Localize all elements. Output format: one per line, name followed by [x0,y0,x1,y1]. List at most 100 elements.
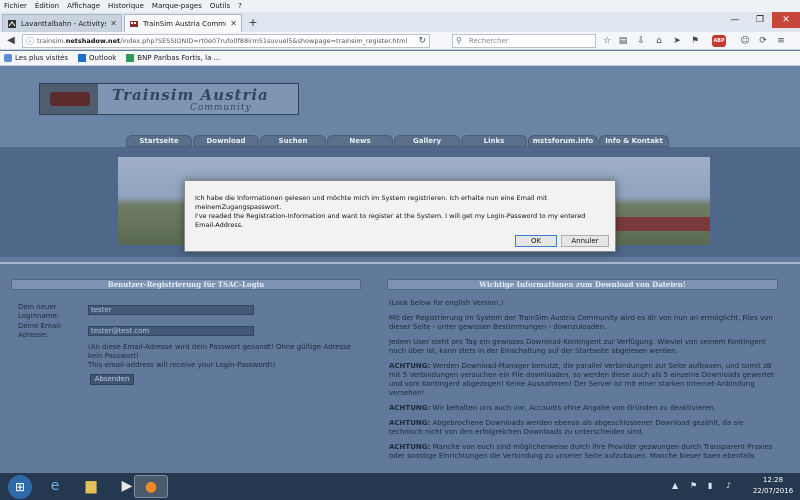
home-icon[interactable]: ⌂ [652,35,666,47]
close-tab-icon[interactable]: ✕ [110,19,117,28]
tray-arrow-icon[interactable]: ▲ [672,481,678,490]
train-favicon-icon [130,20,138,27]
chat-icon[interactable]: ☺ [738,35,752,47]
nav-download[interactable]: Download [193,135,259,147]
search-placeholder: Rechercher [469,37,509,45]
train-image [40,84,98,114]
nav-mstsforum[interactable]: mstsforum.info [528,135,598,147]
sync-icon[interactable]: ⟳ [756,35,770,47]
info-icon[interactable]: ⓘ [26,36,34,47]
menu-fichier[interactable]: Fichier [4,2,27,10]
clock[interactable]: 12:28 22/07/2016 [750,475,796,497]
divider [0,262,800,264]
menu-marque-pages[interactable]: Marque-pages [152,2,202,10]
bookmark-label: BNP Paribas Fortis, la ... [137,54,221,62]
site-nav: Startseite Download Suchen News Gallery … [126,135,670,147]
nav-suchen[interactable]: Suchen [260,135,326,147]
send-icon[interactable]: ➤ [670,35,684,47]
warning-label: ACHTUNG: [389,443,431,451]
close-tab-icon[interactable]: ✕ [230,19,237,28]
menu-affichage[interactable]: Affichage [67,2,100,10]
tab-title: TrainSim Austria Commun... [143,19,226,28]
url-prefix: trainsim. [37,37,66,45]
bookmark-bnp[interactable]: BNP Paribas Fortis, la ... [126,54,220,62]
network-icon[interactable]: ▮ [708,481,712,490]
maximize-icon[interactable]: ❐ [747,12,773,28]
firefox-icon[interactable]: ● [134,475,168,498]
bookmarks-bar: Les plus visités Outlook BNP Paribas For… [0,51,800,66]
tab-trainsim[interactable]: TrainSim Austria Commun... ✕ [124,14,242,32]
info-paragraph: ACHTUNG: Werden Download-Manager benutzt… [389,362,775,398]
nav-gallery[interactable]: Gallery [394,135,460,147]
menu-outils[interactable]: Outils [210,2,230,10]
submit-button[interactable]: Absenden [90,374,134,385]
nav-startseite[interactable]: Startseite [126,135,192,147]
cancel-button[interactable]: Annuler [561,235,609,247]
info-paragraph: ACHTUNG: Abgebrochene Downloads werden e… [389,419,775,437]
nav-info-kontakt[interactable]: Info & Kontakt [599,135,669,147]
warning-label: ACHTUNG: [389,362,431,370]
bookmark-star-icon[interactable]: ☆ [600,35,614,47]
dialog-message-en: I've readed the Registration-Information… [195,212,586,229]
url-rest: /index.php?SESSIONID=rt0e07rufo0f88irm51… [120,37,408,45]
menu-edition[interactable]: Édition [35,2,59,10]
menu-icon[interactable]: ≡ [774,35,788,47]
adblock-icon[interactable]: ABP [712,35,726,47]
email-field[interactable]: tester@test.com [88,326,254,336]
info-paragraph: ACHTUNG: Manche von euch sind möglicherw… [389,443,775,461]
warning-text: Manche von euch sind möglicherweise durc… [389,443,773,460]
menu-help[interactable]: ? [238,2,242,10]
bookmark-outlook[interactable]: Outlook [78,54,116,62]
logo-title: Trainsim Austria [112,86,269,104]
tray-flag-icon[interactable]: ⚑ [690,481,697,490]
download-icon[interactable]: ⇩ [634,35,648,47]
new-tab-icon[interactable]: + [246,16,260,30]
nav-news[interactable]: News [327,135,393,147]
register-heading: Benutzer-Registrierung für TSAC-Login [11,279,361,290]
tab-strip: Lavanttalbahn - Activitysi... ✕ TrainSim… [0,12,800,32]
site-logo[interactable]: Trainsim Austria Community [39,83,299,115]
pocket-icon[interactable]: ⚑ [688,35,702,47]
warning-text: Wir behalten uns auch vor, Accounts ohne… [430,404,716,412]
tab-title: Lavanttalbahn - Activitysi... [21,19,106,28]
confirm-dialog: Ich habe die Informationen gelesen und m… [184,180,616,252]
tab-lavanttalbahn[interactable]: Lavanttalbahn - Activitysi... ✕ [2,14,122,32]
web-page: Trainsim Austria Community Startseite Do… [0,67,800,473]
menu-bar: Fichier Édition Affichage Historique Mar… [0,0,800,12]
dialog-message: Ich habe die Informationen gelesen und m… [195,194,607,230]
start-button[interactable]: ⊞ [8,475,32,499]
clock-time: 12:28 [762,476,784,484]
star-icon [4,54,12,62]
file-explorer-icon[interactable]: ▆ [74,475,108,498]
taskbar: ⊞ e ▆ ▶ ● ▲ ⚑ ▮ ♪ 12:28 22/07/2016 [0,473,800,500]
reading-list-icon[interactable]: ▤ [616,35,630,47]
menu-historique[interactable]: Historique [108,2,144,10]
email-note: (An diese Email-Adresse wird dein Passwo… [88,343,352,369]
internet-explorer-icon[interactable]: e [38,475,72,498]
url-bar[interactable]: ⓘ trainsim.netshadow.net/index.php?SESSI… [22,34,430,48]
dialog-message-de: Ich habe die Informationen gelesen und m… [195,194,548,211]
logo-subtitle: Community [190,103,252,113]
warning-label: ACHTUNG: [389,419,431,427]
login-label: Dein neuer Loginname: [18,303,60,320]
login-field[interactable]: tester [88,305,254,315]
bookmark-label: Les plus visités [15,54,69,62]
url-domain: netshadow.net [65,37,121,45]
search-input[interactable]: ⚲ Rechercher [452,34,596,48]
warning-label: ACHTUNG: [389,404,431,412]
volume-icon[interactable]: ♪ [726,481,731,490]
warning-text: Werden Download-Manager benutzt, die par… [389,362,774,397]
info-heading: Wichtige Informationen zum Download von … [387,279,778,290]
info-paragraph: Jedem User steht pro Tag ein gewisses Do… [389,338,766,355]
reload-icon[interactable]: ↻ [418,35,426,47]
close-window-icon[interactable]: ✕ [772,12,800,28]
back-icon[interactable]: ◀ [4,34,18,48]
outlook-icon [78,54,87,62]
nav-links[interactable]: Links [461,135,527,147]
screen: Fichier Édition Affichage Historique Mar… [0,0,800,500]
bookmark-most-visited[interactable]: Les plus visités [4,54,68,62]
ok-button[interactable]: OK [515,235,557,247]
email-label: Deine Email-Adresse: [18,322,63,339]
navigation-bar: ◀ ⓘ trainsim.netshadow.net/index.php?SES… [0,32,800,50]
minimize-icon[interactable]: — [722,12,748,28]
